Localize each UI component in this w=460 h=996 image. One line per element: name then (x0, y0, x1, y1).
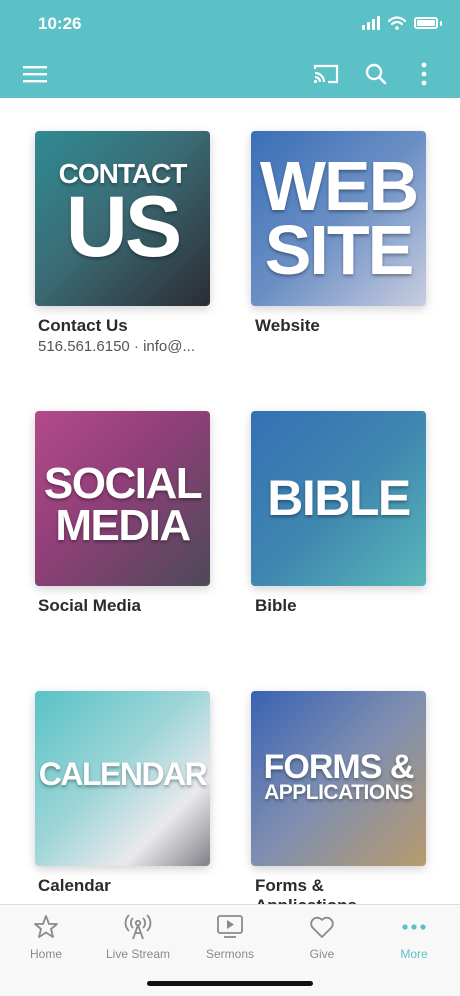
item-subtitle: 516.561.6150 · info@... (38, 338, 196, 355)
tab-home[interactable]: Home (0, 913, 92, 961)
hamburger-menu-icon[interactable] (19, 58, 51, 90)
tab-more[interactable]: More (368, 913, 460, 961)
tab-label: More (400, 947, 428, 961)
forms-applications-tile[interactable]: FORMS & APPLICATIONS (251, 691, 426, 866)
tab-give[interactable]: Give (276, 913, 368, 961)
item-title[interactable]: Forms & (255, 876, 324, 896)
tab-label: Give (309, 947, 335, 961)
kebab-more-icon[interactable] (408, 58, 440, 90)
item-title[interactable]: Bible (255, 596, 297, 616)
contact-us-tile[interactable]: CONTACT US (35, 131, 210, 306)
battery-tip (440, 20, 442, 26)
tab-sermons[interactable]: Sermons (184, 913, 276, 961)
tile-line: BIBLE (267, 470, 411, 526)
more-dots-icon (368, 913, 460, 941)
play-screen-icon (184, 913, 276, 941)
signal-icon (362, 16, 380, 30)
tab-label: Home (29, 947, 62, 961)
cast-icon[interactable] (310, 58, 342, 90)
app-header: 10:26 (0, 0, 460, 98)
tile-line: SOCIAL (43, 459, 203, 508)
tile-line: WEB (259, 147, 419, 225)
tile-line: SITE (264, 211, 415, 289)
tab-live-stream[interactable]: Live Stream (92, 913, 184, 961)
item-title[interactable]: Social Media (38, 596, 141, 616)
tile-line: US (65, 179, 182, 275)
item-title[interactable]: Website (255, 316, 320, 336)
tile-line: MEDIA (55, 501, 191, 550)
status-icons (362, 16, 442, 30)
calendar-tile[interactable]: CALENDAR (35, 691, 210, 866)
tab-label: Sermons (205, 947, 255, 961)
item-title[interactable]: Contact Us (38, 316, 128, 336)
bible-tile[interactable]: BIBLE (251, 411, 426, 586)
heart-icon (276, 913, 368, 941)
home-indicator (147, 981, 313, 986)
star-icon (0, 913, 92, 941)
broadcast-icon (92, 913, 184, 941)
tab-label: Live Stream (105, 947, 171, 961)
search-icon[interactable] (360, 58, 392, 90)
website-tile[interactable]: WEB SITE (251, 131, 426, 306)
wifi-icon (388, 16, 406, 30)
tile-line: APPLICATIONS (264, 781, 413, 804)
social-media-tile[interactable]: SOCIAL MEDIA (35, 411, 210, 586)
status-time: 10:26 (38, 14, 82, 33)
tile-line: FORMS & (263, 748, 415, 786)
item-title[interactable]: Calendar (38, 876, 111, 896)
battery-icon (414, 17, 438, 29)
tile-line: CALENDAR (38, 756, 208, 792)
